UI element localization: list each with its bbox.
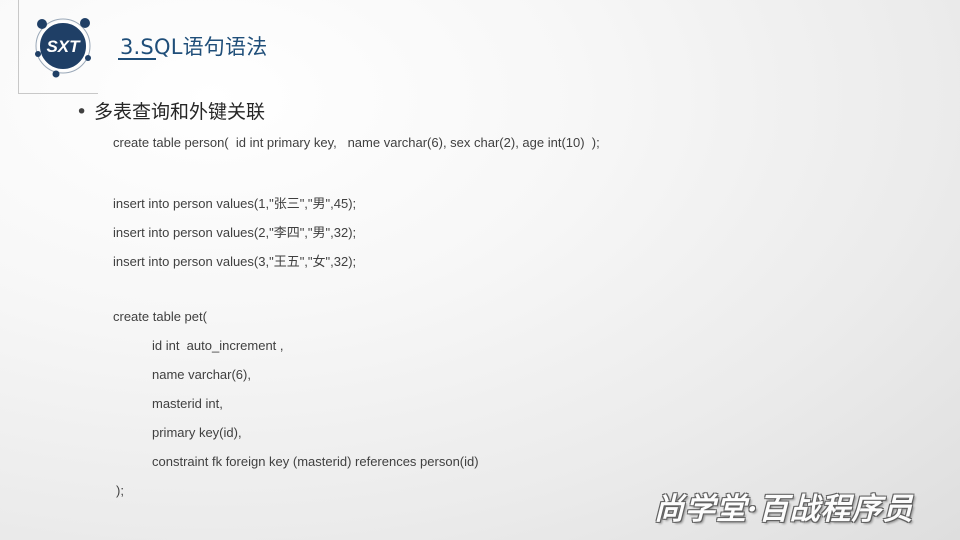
code-line-pet-masterid: masterid int, bbox=[152, 396, 223, 411]
bullet-heading: • 多表查询和外键关联 bbox=[76, 97, 265, 124]
code-line-pet-constraint: constraint fk foreign key (masterid) ref… bbox=[152, 454, 479, 469]
code-line-create-pet: create table pet( bbox=[113, 309, 207, 324]
logo-text: SXT bbox=[46, 37, 81, 56]
code-line-insert-3: insert into person values(3,"王五","女",32)… bbox=[113, 254, 357, 269]
watermark: 尚学堂·百战程序员 bbox=[654, 492, 914, 527]
code-line-pet-primary-key: primary key(id), bbox=[152, 425, 242, 440]
code-line-insert-2: insert into person values(2,"李四","男",32)… bbox=[113, 225, 357, 240]
code-line-create-person: create table person( id int primary key,… bbox=[113, 135, 600, 150]
sxt-logo: SXT bbox=[35, 18, 91, 78]
code-line-pet-name: name varchar(6), bbox=[152, 367, 251, 382]
slide: SXT 3.SQL语句语法 • 多表查询和外键关联 create table pe… bbox=[0, 0, 960, 540]
code-line-close: ); bbox=[116, 483, 124, 498]
bullet-dot: • bbox=[76, 101, 88, 123]
code-line-insert-1: insert into person values(1,"张三","男",45)… bbox=[113, 196, 357, 211]
code-line-pet-id: id int auto_increment , bbox=[152, 338, 284, 353]
slide-title: 3.SQL语句语法 bbox=[120, 35, 268, 59]
bullet-heading-text: 多表查询和外键关联 bbox=[94, 101, 266, 123]
title-underline bbox=[118, 58, 156, 60]
